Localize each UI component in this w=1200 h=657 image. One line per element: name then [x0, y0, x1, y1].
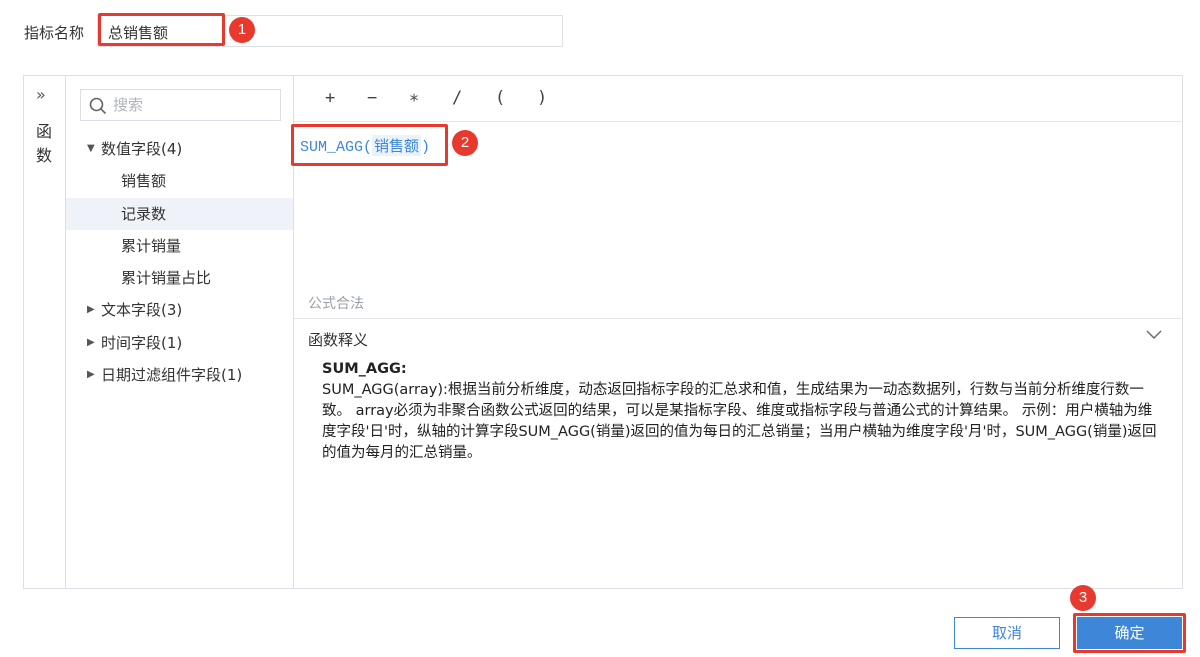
caret-right-icon[interactable]: ▶: [87, 294, 101, 326]
tree-group-time[interactable]: ▶ 时间字段(1): [66, 327, 293, 359]
step-badge-1: 1: [229, 17, 255, 43]
metric-name-label: 指标名称: [24, 24, 85, 42]
step-badge-3: 3: [1070, 585, 1096, 611]
chevron-down-icon[interactable]: [1146, 329, 1162, 341]
function-doc-title: 函数释义: [308, 331, 369, 349]
close-paren-button[interactable]: ): [537, 88, 547, 108]
tree-item-cumulative-volume[interactable]: 累计销量: [66, 230, 293, 262]
search-icon: [89, 97, 107, 115]
function-rail: » 函数: [24, 76, 66, 588]
open-paren-button[interactable]: (: [495, 88, 505, 108]
tree-item-record-count[interactable]: 记录数: [66, 197, 293, 230]
minus-operator-button[interactable]: −: [367, 88, 377, 108]
formula-editor: » 函数 ▼数值字段(4) 销售额 记录数 累计销量 累计销量占比 ▶文本字段(…: [23, 75, 1183, 589]
highlight-box-3: [1073, 613, 1186, 653]
tree-group-date-filter[interactable]: ▶ 日期过滤组件字段(1): [66, 359, 293, 391]
tree-group-label: 数值字段(4): [101, 140, 183, 158]
tree-group-text[interactable]: ▶ 文本字段(3): [66, 294, 293, 326]
function-doc-header[interactable]: 函数释义: [294, 318, 1182, 354]
tree-group-label: 时间字段(1): [101, 333, 183, 352]
step-badge-2: 2: [452, 130, 478, 156]
formula-valid-status: 公式合法: [308, 296, 364, 312]
highlight-box-2: [291, 124, 448, 166]
doc-function-name: SUM_AGG:: [322, 361, 407, 377]
field-tree: ▼ 数值字段(4) 销售额 记录数 累计销量 累计销量占比 ▶ 文本字段(3) ▶ 时…: [66, 133, 293, 391]
functions-tab-label[interactable]: 函数: [34, 120, 54, 168]
caret-right-icon[interactable]: ▶: [87, 327, 101, 359]
doc-description: SUM_AGG(array):根据当前分析维度，动态返回指标字段的汇总求和值，生…: [322, 382, 1157, 461]
caret-right-icon[interactable]: ▶: [87, 359, 101, 391]
search-input[interactable]: [113, 94, 273, 116]
multiply-operator-button[interactable]: ∗: [409, 88, 419, 108]
tree-group-label: 日期过滤组件字段(1): [101, 366, 243, 385]
field-search-box[interactable]: [80, 89, 281, 121]
tree-item-sales[interactable]: 销售额: [66, 165, 293, 197]
operator-toolbar: + − ∗ / ( ): [294, 76, 1182, 122]
plus-operator-button[interactable]: +: [325, 88, 335, 108]
field-panel: ▼数值字段(4) 销售额 记录数 累计销量 累计销量占比 ▶文本字段(3) ▶时…: [66, 76, 294, 588]
function-doc-body: SUM_AGG: SUM_AGG(array):根据当前分析维度，动态返回指标字…: [322, 359, 1158, 464]
tree-group-label: 文本字段(3): [101, 301, 183, 320]
cancel-button[interactable]: 取消: [954, 617, 1060, 649]
divide-operator-button[interactable]: /: [452, 88, 462, 108]
tree-item-cumulative-volume-share[interactable]: 累计销量占比: [66, 262, 293, 294]
expand-functions-icon[interactable]: »: [36, 85, 46, 104]
caret-down-icon[interactable]: ▼: [87, 133, 101, 165]
tree-group-numeric[interactable]: ▼ 数值字段(4): [66, 133, 293, 165]
highlight-box-1: [98, 13, 225, 46]
